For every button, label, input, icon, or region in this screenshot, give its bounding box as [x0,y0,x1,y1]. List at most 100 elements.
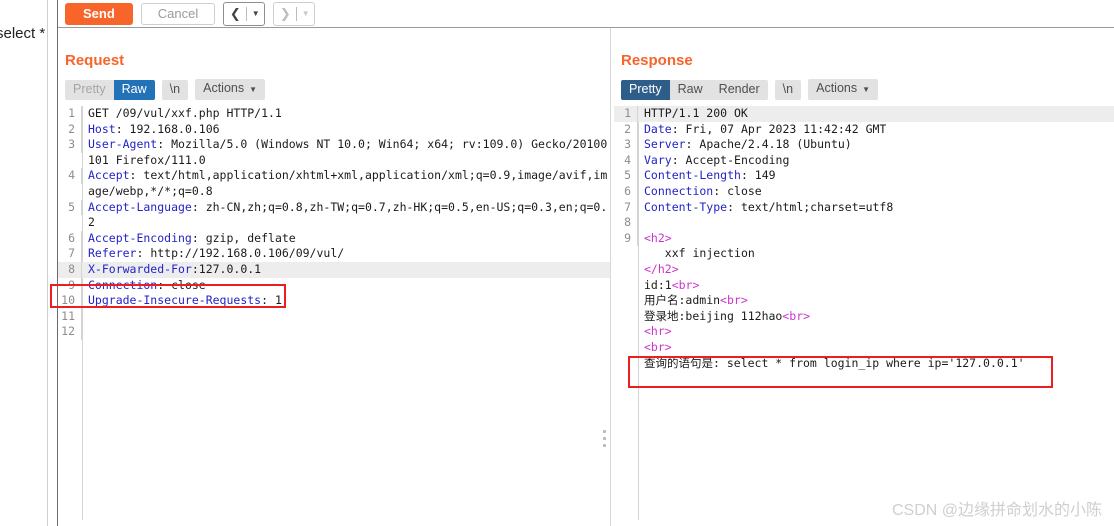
send-button[interactable]: Send [65,2,133,25]
line-number: 1 [614,106,638,122]
tab-response-raw[interactable]: Raw [670,80,711,100]
code-segment: : 192.168.0.106 [115,121,220,136]
code-line: </h2> [614,262,1114,278]
left-sidebar-strip: select * [0,0,48,526]
code-segment: : http://192.168.0.106/09/vul/ [136,246,345,261]
cancel-button[interactable]: Cancel [140,2,216,25]
code-line-text: <h2> [638,231,672,247]
code-line-text: 登录地:beijing 112hao<br> [638,309,810,325]
code-segment: : 1 [261,293,282,308]
code-line: xxf injection [614,246,1114,262]
code-segment: xxf injection [644,246,755,261]
code-line: 5 Content-Length: 149 [614,168,1114,184]
response-actions-button[interactable]: Actions ▼ [808,79,878,100]
line-number: 10 [58,293,82,309]
request-code-area[interactable]: 1 GET /09/vul/xxf.php HTTP/1.1 2 Host: 192.… [58,106,610,340]
response-code-area[interactable]: 1 HTTP/1.1 200 OK 2 Date: Fri, 07 Apr 2023 … [614,106,1114,371]
chevron-down-icon-next[interactable]: ▼ [297,4,314,24]
csdn-watermark: CSDN @边缘拼命划水的小陈 [891,502,1102,519]
code-line-text: Connection: close [82,278,206,294]
code-segment: 登录地:beijing 112hao [644,308,783,323]
line-number: 2 [614,121,638,138]
code-line: 3 Server: Apache/2.4.18 (Ubuntu) [614,137,1114,153]
line-number: 9 [614,230,638,247]
tab-response-newline[interactable]: \n [775,80,801,100]
code-segment: : close [157,277,206,292]
chevron-down-icon-prev[interactable]: ▼ [247,4,264,24]
code-line-text: Content-Type: text/html;charset=utf8 [638,200,893,216]
chevron-down-icon-request-actions: ▼ [249,85,258,94]
request-newline-tab-group: \n [161,79,189,100]
code-segment: <h2> [644,230,672,245]
panel-resize-handle[interactable] [603,430,606,447]
line-number: 4 [614,152,638,169]
chevron-left-icon[interactable]: ❮ [224,4,246,24]
code-line: 10 Upgrade-Insecure-Requests: 1 [58,293,610,309]
code-segment: Date [644,121,672,136]
code-segment: : close [713,183,762,198]
code-segment: <br> [720,293,748,308]
request-toolbar: Send Cancel ❮ ▼ ❯ ▼ [58,0,1114,27]
line-number: 3 [614,137,638,153]
request-actions-button[interactable]: Actions ▼ [195,79,265,100]
code-line: 2 Date: Fri, 07 Apr 2023 11:42:42 GMT [614,121,1114,138]
code-line-text: GET /09/vul/xxf.php HTTP/1.1 [82,106,282,122]
code-line-text: </h2> [638,262,679,278]
code-line: 6 Accept-Encoding: gzip, deflate [58,230,610,247]
code-line: 用户名:admin<br> [614,293,1114,309]
code-line: 4 Accept: text/html,application/xhtml+xml… [58,168,610,199]
code-segment: : text/html,application/xhtml+xml,applic… [88,168,608,198]
code-segment: </h2> [644,261,679,276]
line-number: 11 [58,308,82,325]
code-line: 11 [58,308,610,325]
tab-request-pretty[interactable]: Pretty [65,80,114,100]
panel-divider [610,28,611,526]
code-segment: GET /09/vul/xxf.php HTTP/1.1 [88,106,282,120]
code-segment: <br> [644,339,672,354]
code-line: 1 GET /09/vul/xxf.php HTTP/1.1 [58,106,610,122]
next-request-group[interactable]: ❯ ▼ [273,1,316,26]
prev-request-group[interactable]: ❮ ▼ [223,1,266,26]
response-actions-group: Actions ▼ [808,79,879,100]
code-segment: :127.0.0.1 [191,261,262,276]
code-line-text: User-Agent: Mozilla/5.0 (Windows NT 10.0… [82,137,610,168]
tab-response-pretty[interactable]: Pretty [621,79,670,100]
code-segment: id:1 [644,277,672,292]
code-line-text: <br> [638,340,672,356]
code-line-text: Accept: text/html,application/xhtml+xml,… [82,168,610,199]
code-line: 6 Connection: close [614,183,1114,200]
code-line: <br> [614,340,1114,356]
response-title: Response [621,52,693,69]
request-view-tabs: Pretty Raw [65,79,155,100]
code-segment: : Mozilla/5.0 (Windows NT 10.0; Win64; x… [88,137,608,167]
code-segment: Connection [88,277,158,292]
code-segment: Vary [644,152,672,167]
code-line-text: Connection: close [638,184,762,200]
tab-request-raw[interactable]: Raw [113,79,155,100]
line-number: 8 [614,215,638,231]
code-line: 5 Accept-Language: zh-CN,zh;q=0.8,zh-TW;q… [58,199,610,231]
code-line-text: Date: Fri, 07 Apr 2023 11:42:42 GMT [638,122,886,138]
code-line: 8 [614,215,1114,231]
tab-response-render[interactable]: Render [711,80,768,100]
request-actions-group: Actions ▼ [195,79,266,100]
line-number: 2 [58,121,82,138]
code-segment: Accept [88,168,130,183]
code-segment: Content-Type [644,199,728,214]
line-number: 12 [58,324,82,340]
line-number: 9 [58,277,82,294]
line-number: 4 [58,168,82,184]
chevron-right-icon[interactable]: ❯ [274,4,296,24]
tab-request-newline[interactable]: \n [162,80,188,100]
code-line-text: Content-Length: 149 [638,168,776,184]
code-segment: <br> [671,277,700,292]
code-line-text: Accept-Language: zh-CN,zh;q=0.8,zh-TW;q=… [82,200,610,231]
line-number: 8 [58,261,82,278]
code-line: <hr> [614,324,1114,340]
code-line-text: 用户名:admin<br> [638,293,748,309]
response-view-tabs: Pretty Raw Render [621,79,768,100]
code-segment: : Fri, 07 Apr 2023 11:42:42 GMT [671,121,887,136]
line-number: 5 [614,168,638,184]
